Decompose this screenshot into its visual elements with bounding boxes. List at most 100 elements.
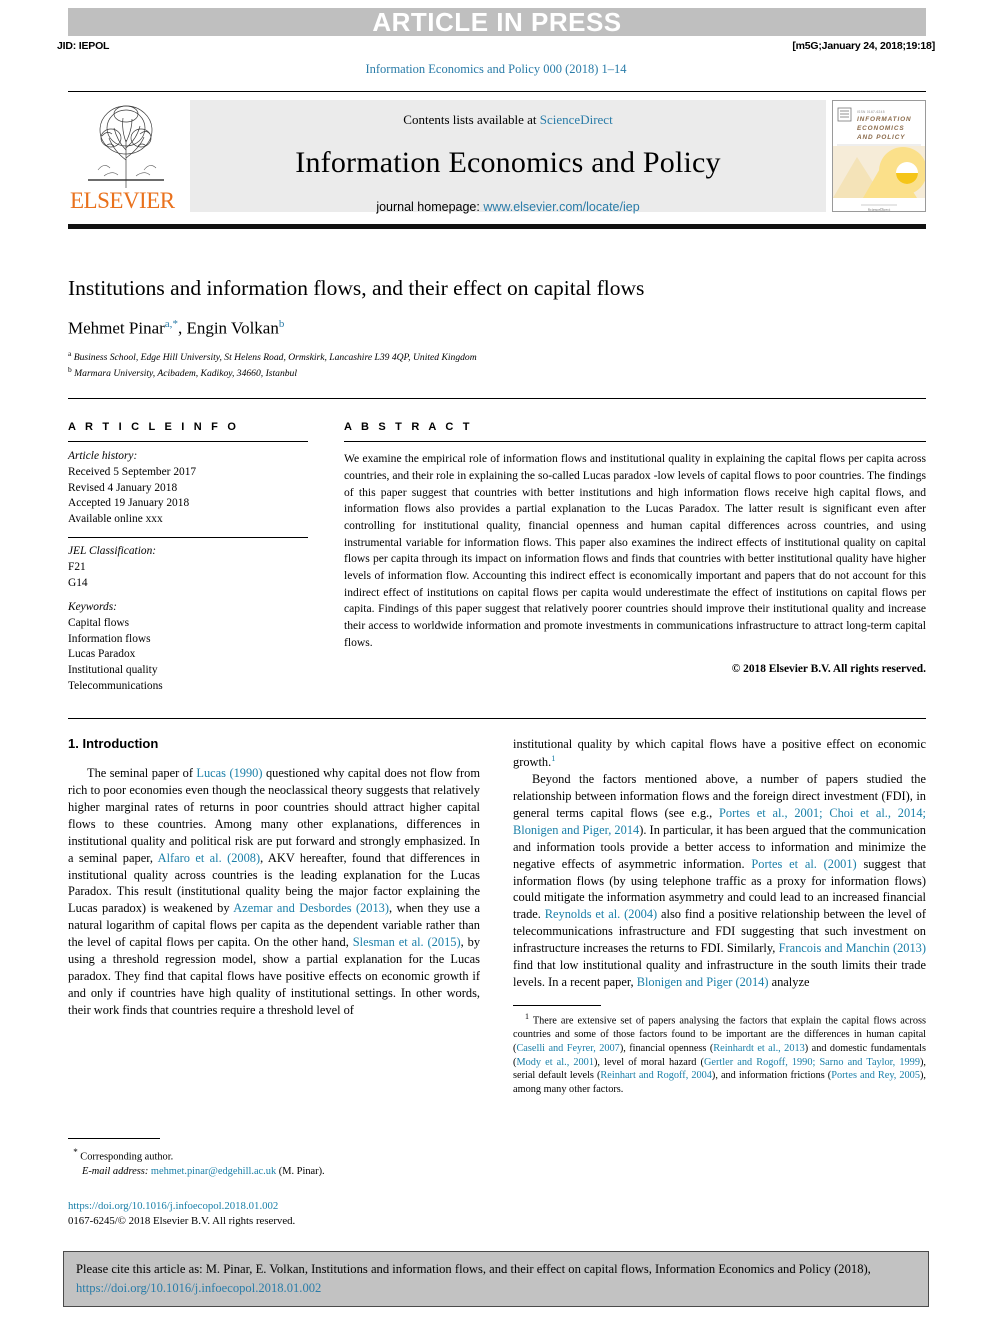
affiliation-a-text: Business School, Edge Hill University, S… — [73, 352, 477, 364]
abstract-bottom-rule — [68, 718, 926, 720]
affiliation-marker-a: a — [68, 349, 72, 358]
intro-paragraph-1-continued: institutional quality by which capital f… — [513, 736, 926, 771]
email-label: E-mail address: — [82, 1166, 149, 1178]
affiliation-b-text: Marmara University, Acibadem, Kadikoy, 3… — [74, 368, 298, 380]
citation-portes-rey-2005[interactable]: Portes and Rey, 2005 — [831, 1070, 920, 1081]
abstract-column: A B S T R A C T We examine the empirical… — [344, 421, 926, 675]
history-item: Revised 4 January 2018 — [68, 481, 178, 494]
keyword-item: Institutional quality — [68, 664, 158, 677]
journal-cover-artwork: ISSN 0167-6245 INFORMATION ECONOMICS AND… — [833, 101, 925, 212]
intro2-text-seg: analyze — [768, 975, 810, 990]
email-line: E-mail address: mehmet.pinar@edgehill.ac… — [68, 1165, 480, 1180]
section-heading-introduction: 1. Introduction — [68, 736, 159, 751]
citation-azemar-desbordes-2013[interactable]: Azemar and Desbordes (2013) — [233, 901, 389, 915]
correspondence-separator-rule — [68, 1138, 160, 1140]
citation-slesman-2015[interactable]: Slesman et al. (2015) — [353, 935, 461, 949]
citation-portes-2001[interactable]: Portes et al. (2001) — [751, 857, 856, 871]
sciencedirect-link[interactable]: ScienceDirect — [540, 112, 613, 127]
article-info-rule — [68, 441, 308, 443]
doi-block: https://doi.org/10.1016/j.infoecopol.201… — [68, 1199, 295, 1230]
citation-alfaro-2008[interactable]: Alfaro et al. (2008) — [158, 851, 261, 865]
citation-reynolds-2004[interactable]: Reynolds et al. (2004) — [545, 907, 657, 921]
correspondence-block: * Corresponding author. E-mail address: … — [68, 1138, 480, 1180]
journal-homepage-line: journal homepage: www.elsevier.com/locat… — [190, 200, 826, 214]
keywords-block: Keywords: Capital flows Information flow… — [68, 600, 308, 694]
keywords-label: Keywords: — [68, 601, 117, 614]
keyword-item: Capital flows — [68, 616, 130, 629]
citation-reinhart-rogoff-2004[interactable]: Reinhart and Rogoff, 2004 — [600, 1070, 712, 1081]
citation-blonigen-piger-2014[interactable]: Blonigen and Piger (2014) — [637, 975, 769, 989]
affiliation-a: a Business School, Edge Hill University,… — [68, 349, 926, 365]
elsevier-wordmark: ELSEVIER — [70, 188, 175, 213]
masthead-center-band: Contents lists available at ScienceDirec… — [190, 100, 826, 214]
corresponding-author-line: * Corresponding author. — [68, 1146, 480, 1165]
masthead-bottom-rule — [68, 224, 926, 229]
history-item: Received 5 September 2017 — [68, 465, 197, 478]
citation-gertler-rogoff-sarno-taylor[interactable]: Gertler and Rogoff, 1990; Sarno and Tayl… — [704, 1057, 920, 1068]
elsevier-tree-icon — [88, 105, 164, 188]
article-history-block: Article history: Received 5 September 20… — [68, 449, 308, 528]
corresponding-author-text: Corresponding author. — [77, 1151, 174, 1163]
keyword-item: Lucas Paradox — [68, 648, 136, 661]
author-name-1: Mehmet Pinar — [68, 318, 165, 338]
contents-prefix-text: Contents lists available at — [403, 112, 540, 127]
journal-id-label: JID: IEPOL — [57, 40, 110, 52]
article-info-heading: A R T I C L E I N F O — [68, 421, 240, 433]
keyword-item: Information flows — [68, 632, 151, 645]
article-info-column: A R T I C L E I N F O Article history: R… — [68, 421, 308, 695]
body-column-right: institutional quality by which capital f… — [513, 736, 926, 1097]
intro-paragraph-1: The seminal paper of Lucas (1990) questi… — [68, 765, 480, 1019]
svg-text:ISSN 0167-6245: ISSN 0167-6245 — [857, 110, 885, 114]
footnote-text-seg: ), level of moral hazard ( — [593, 1056, 704, 1068]
abstract-text: We examine the empirical role of informa… — [344, 452, 926, 649]
journal-title: Information Economics and Policy — [295, 146, 721, 179]
footnote-reference-1[interactable]: 1 — [551, 753, 555, 763]
article-history-label: Article history: — [68, 450, 138, 463]
homepage-prefix-text: journal homepage: — [376, 200, 484, 214]
cite-text: Please cite this article as: M. Pinar, E… — [76, 1262, 871, 1276]
history-item: Available online xxx — [68, 513, 163, 526]
intro-paragraph-2: Beyond the factors mentioned above, a nu… — [513, 771, 926, 991]
jel-label: JEL Classification: — [68, 545, 157, 558]
affiliation-marker-b: b — [68, 365, 72, 375]
citation-mody-2001[interactable]: Mody et al., 2001 — [516, 1057, 594, 1068]
jel-block: JEL Classification: F21 G14 — [68, 544, 308, 591]
journal-citation-line: Information Economics and Policy 000 (20… — [365, 62, 627, 76]
keyword-item: Telecommunications — [68, 679, 163, 692]
issn-copyright-line: 0167-6245/© 2018 Elsevier B.V. All right… — [68, 1215, 296, 1228]
journal-homepage-link[interactable]: www.elsevier.com/locate/iep — [483, 200, 639, 214]
citation-caselli-feyrer-2007[interactable]: Caselli and Feyrer, 2007 — [516, 1043, 619, 1054]
citation-lucas-1990[interactable]: Lucas (1990) — [196, 766, 262, 780]
email-owner-text: (M. Pinar). — [276, 1166, 325, 1178]
page-title: Institutions and information flows, and … — [68, 276, 645, 300]
footnote-1: 1 There are extensive set of papers anal… — [513, 1012, 926, 1097]
author-name-2: Engin Volkan — [186, 318, 279, 338]
abstract-rule — [344, 441, 926, 443]
email-link[interactable]: mehmet.pinar@edgehill.ac.uk — [151, 1166, 276, 1177]
article-in-press-banner: ARTICLE IN PRESS — [68, 8, 926, 36]
affiliation-b: b Marmara University, Acibadem, Kadikoy,… — [68, 365, 926, 381]
svg-text:INFORMATION: INFORMATION — [857, 116, 912, 123]
svg-text:ECONOMICS: ECONOMICS — [857, 125, 905, 132]
history-item: Accepted 19 January 2018 — [68, 497, 190, 510]
jel-code: F21 — [68, 560, 86, 573]
elsevier-logo: ELSEVIER — [68, 96, 184, 220]
citation-francois-manchin-2013[interactable]: Francois and Manchin (2013) — [779, 941, 926, 955]
header-separator-rule — [68, 398, 926, 400]
doi-link[interactable]: https://doi.org/10.1016/j.infoecopol.201… — [68, 1199, 295, 1214]
footnote-text-seg: ), financial openness ( — [619, 1042, 714, 1054]
intro-text-seg: The seminal paper of — [87, 766, 197, 780]
author-affiliation-marker-b: b — [278, 318, 285, 330]
build-stamp-label: [m5G;January 24, 2018;19:18] — [792, 40, 935, 52]
abstract-copyright: © 2018 Elsevier B.V. All rights reserved… — [731, 663, 926, 676]
footnote-text-seg: ), and information frictions ( — [711, 1070, 832, 1082]
svg-text:ScienceDirect: ScienceDirect — [868, 207, 891, 212]
journal-cover-thumbnail: ISSN 0167-6245 INFORMATION ECONOMICS AND… — [832, 100, 926, 212]
jel-code: G14 — [68, 576, 88, 589]
contents-available-line: Contents lists available at ScienceDirec… — [190, 100, 826, 128]
citation-reinhardt-2013[interactable]: Reinhardt et al., 2013 — [713, 1043, 804, 1054]
journal-masthead: ELSEVIER Contents lists available at Sci… — [68, 91, 926, 219]
intro-cont-text: institutional quality by which capital f… — [513, 737, 926, 770]
cite-doi-link[interactable]: https://doi.org/10.1016/j.infoecopol.201… — [76, 1281, 321, 1295]
affiliations: a Business School, Edge Hill University,… — [68, 349, 926, 381]
